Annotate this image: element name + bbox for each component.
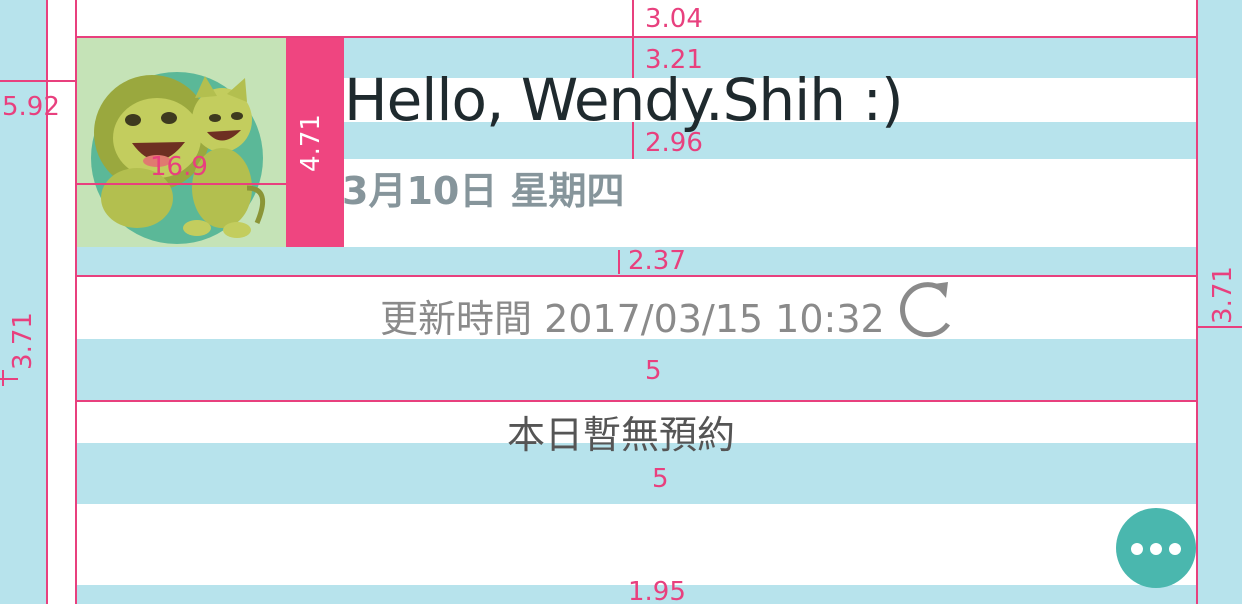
guide-content-top: [77, 400, 1196, 402]
greeting-title: Hello, Wendy.Shih :): [344, 66, 904, 134]
measure-left-vertical: 3.71: [7, 312, 38, 370]
guide-header-mid-marker: [632, 122, 634, 159]
guide-left-vertical-bar: [0, 378, 18, 380]
refresh-button[interactable]: [896, 278, 954, 340]
guide-header-top: [77, 36, 1196, 38]
guide-top-marker: [632, 0, 634, 36]
date-subtitle: 3月10日 星期四: [342, 169, 625, 213]
guide-right: [1196, 0, 1198, 604]
measure-bottom: 1.95: [628, 577, 686, 607]
guide-header-top-marker: [632, 38, 634, 78]
measure-avatar-inner: 16.9: [150, 152, 208, 182]
user-avatar[interactable]: [77, 38, 286, 247]
measure-header-mid: 2.96: [645, 128, 703, 158]
left-gutter: [0, 0, 46, 604]
measure-right-vertical: 3.71: [1207, 266, 1238, 324]
guide-right-vertical-bar: [1198, 326, 1242, 328]
measure-pink-block: 4.71: [295, 114, 326, 172]
lion-couple-avatar-icon: [91, 72, 266, 244]
measure-left-avatar-offset: 5.92: [2, 92, 60, 122]
guide-left-outer: [46, 0, 48, 604]
no-reservations-message: 本日暫無預約: [506, 413, 735, 457]
guide-left-inner: [75, 0, 77, 604]
measure-header-bottom: 2.37: [628, 246, 686, 276]
measure-gap-2: 5: [652, 464, 669, 494]
measure-header-top: 3.21: [645, 45, 703, 75]
spacing-band-gap-1: [77, 339, 1196, 400]
guide-avatar-mid: [77, 183, 286, 185]
measure-top: 3.04: [645, 4, 703, 34]
more-options-fab[interactable]: [1116, 508, 1196, 588]
refresh-icon: [900, 282, 951, 338]
measure-gap-1: 5: [645, 356, 662, 386]
guide-header-bottom-marker: [618, 250, 620, 274]
update-time-text: 更新時間 2017/03/15 10:32: [380, 297, 885, 341]
guide-avatar-top: [0, 80, 77, 82]
